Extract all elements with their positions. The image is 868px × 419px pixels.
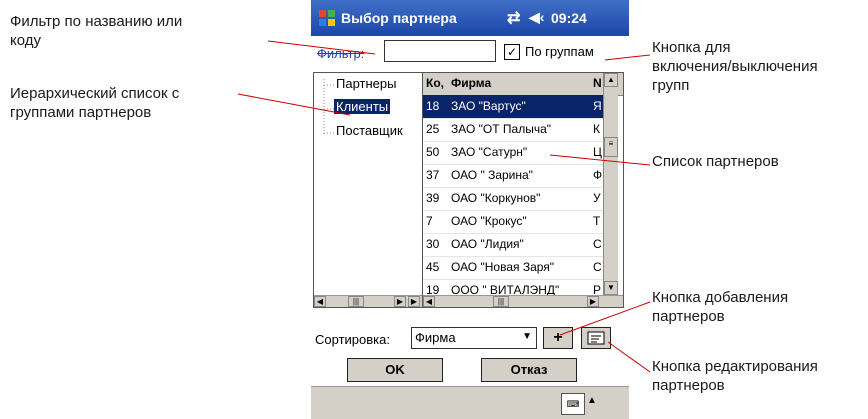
title-bar: Выбор партнера ⇄ ◀‹ 09:24 bbox=[311, 0, 629, 36]
grid-header: Ко, Фирма N bbox=[423, 73, 623, 96]
pda-window: Выбор партнера ⇄ ◀‹ 09:24 Фильтр: ✓ По г… bbox=[311, 0, 629, 419]
table-row[interactable]: 30 ОАО "Лидия" С bbox=[423, 233, 603, 257]
groups-checkbox[interactable]: ✓ bbox=[504, 44, 520, 60]
cell-extra: Я bbox=[593, 99, 602, 113]
chevron-down-icon[interactable]: ▼ bbox=[522, 331, 532, 342]
cell-firm: ОАО "Лидия" bbox=[451, 237, 524, 251]
sort-dropdown[interactable]: Фирма ▼ bbox=[411, 327, 537, 349]
group-toggle-annotation: Кнопка для включения/выключения групп bbox=[652, 39, 818, 94]
cell-extra: К bbox=[593, 122, 600, 136]
tree-item-suppliers[interactable]: Поставщик bbox=[334, 123, 405, 138]
filter-label: Фильтр: bbox=[317, 46, 365, 61]
add-button-annotation: Кнопка добавления партнеров bbox=[652, 289, 789, 325]
keyboard-icon[interactable]: ⌨ bbox=[561, 393, 585, 415]
cell-firm: ОАО "Коркунов" bbox=[451, 191, 541, 205]
table-row[interactable]: 37 ОАО " Зарина" Ф bbox=[423, 164, 603, 188]
cell-code: 30 bbox=[426, 237, 440, 251]
tree-item-clients[interactable]: Клиенты bbox=[334, 99, 391, 114]
tree-item-partners[interactable]: Партнеры bbox=[334, 76, 398, 91]
cell-firm: ЗАО "Сатурн" bbox=[451, 145, 528, 159]
scroll-thumb[interactable]: ||| bbox=[348, 296, 364, 307]
scroll-right-icon[interactable]: ▶ bbox=[587, 296, 599, 307]
cell-code: 50 bbox=[426, 145, 440, 159]
grid-vertical-scrollbar[interactable]: ▲ ≡ ▼ bbox=[603, 73, 618, 295]
table-row[interactable]: 25 ЗАО "ОТ Палыча" К bbox=[423, 118, 603, 142]
cell-extra: У bbox=[593, 191, 601, 205]
table-row[interactable]: 18 ЗАО "Вартус" Я bbox=[423, 95, 603, 119]
scroll-left-icon[interactable]: ◀ bbox=[314, 296, 326, 307]
edit-partner-button[interactable] bbox=[581, 327, 611, 349]
cell-code: 45 bbox=[426, 260, 440, 274]
scroll-right-icon[interactable]: ▶ bbox=[408, 296, 420, 307]
cell-extra: Ц bbox=[593, 145, 602, 159]
cell-firm: ЗАО "Вартус" bbox=[451, 99, 526, 113]
window-title: Выбор партнера bbox=[341, 10, 457, 26]
table-row[interactable]: 7 ОАО "Крокус" Т bbox=[423, 210, 603, 234]
table-row[interactable]: 50 ЗАО "Сатурн" Ц bbox=[423, 141, 603, 165]
edit-button-annotation: Кнопка редактирования партнеров bbox=[652, 358, 818, 394]
ok-button[interactable]: OK bbox=[347, 358, 443, 382]
column-code[interactable]: Ко, bbox=[426, 76, 444, 90]
edit-icon bbox=[587, 331, 605, 345]
filter-annotation: Фильтр по названию или коду bbox=[10, 13, 183, 49]
scroll-down-icon[interactable]: ▼ bbox=[604, 281, 618, 295]
connection-icon[interactable]: ⇄ bbox=[507, 8, 520, 28]
groups-checkbox-label[interactable]: По группам bbox=[525, 44, 594, 59]
cell-firm: ОАО " Зарина" bbox=[451, 168, 533, 182]
table-row[interactable]: 45 ОАО "Новая Заря" С bbox=[423, 256, 603, 280]
cell-extra: С bbox=[593, 260, 602, 274]
cell-code: 18 bbox=[426, 99, 440, 113]
grid-horizontal-scrollbar[interactable]: ◀ ||| ▶ bbox=[423, 295, 623, 307]
add-partner-button[interactable]: + bbox=[543, 327, 573, 349]
clock[interactable]: 09:24 bbox=[551, 10, 587, 26]
filter-input[interactable] bbox=[384, 40, 496, 62]
tree-annotation: Иерархический список с группами партнеро… bbox=[10, 85, 180, 121]
column-firm[interactable]: Фирма bbox=[451, 76, 491, 90]
cell-extra: С bbox=[593, 237, 602, 251]
scroll-thumb[interactable]: ≡ bbox=[604, 137, 618, 157]
partner-grid[interactable]: Ко, Фирма N 18 ЗАО "Вартус" Я 25 ЗАО "ОТ Пал… bbox=[422, 72, 624, 308]
cell-code: 37 bbox=[426, 168, 440, 182]
chevron-up-icon[interactable]: ▲ bbox=[587, 395, 597, 406]
scroll-left-icon[interactable]: ◀ bbox=[423, 296, 435, 307]
column-extra[interactable]: N bbox=[593, 76, 602, 90]
group-tree[interactable]: Партнеры Клиенты Поставщик ◀ ||| ▶ ▶ bbox=[313, 72, 423, 308]
cell-extra: Т bbox=[593, 214, 601, 228]
taskbar: ⌨ ▲ bbox=[311, 386, 629, 419]
scroll-up-icon[interactable]: ▲ bbox=[604, 73, 618, 87]
sort-label: Сортировка: bbox=[315, 332, 390, 347]
cell-code: 39 bbox=[426, 191, 440, 205]
table-row[interactable]: 39 ОАО "Коркунов" У bbox=[423, 187, 603, 211]
windows-logo-icon[interactable] bbox=[317, 8, 337, 28]
tree-horizontal-scrollbar[interactable]: ◀ ||| ▶ ▶ bbox=[314, 295, 422, 307]
partner-list-annotation: Список партнеров bbox=[652, 153, 779, 170]
volume-icon[interactable]: ◀‹ bbox=[529, 9, 544, 26]
cell-code: 7 bbox=[426, 214, 433, 228]
sort-value: Фирма bbox=[415, 330, 456, 345]
scroll-thumb[interactable]: ||| bbox=[493, 296, 509, 307]
cell-firm: ОАО "Крокус" bbox=[451, 214, 527, 228]
scroll-right-icon[interactable]: ▶ bbox=[394, 296, 406, 307]
main-content: Фильтр: ✓ По группам Партнеры Клиенты По… bbox=[311, 36, 629, 386]
cell-extra: Ф bbox=[593, 168, 603, 182]
cell-firm: ОАО "Новая Заря" bbox=[451, 260, 555, 274]
cell-code: 25 bbox=[426, 122, 440, 136]
cell-firm: ЗАО "ОТ Палыча" bbox=[451, 122, 552, 136]
cancel-button[interactable]: Отказ bbox=[481, 358, 577, 382]
